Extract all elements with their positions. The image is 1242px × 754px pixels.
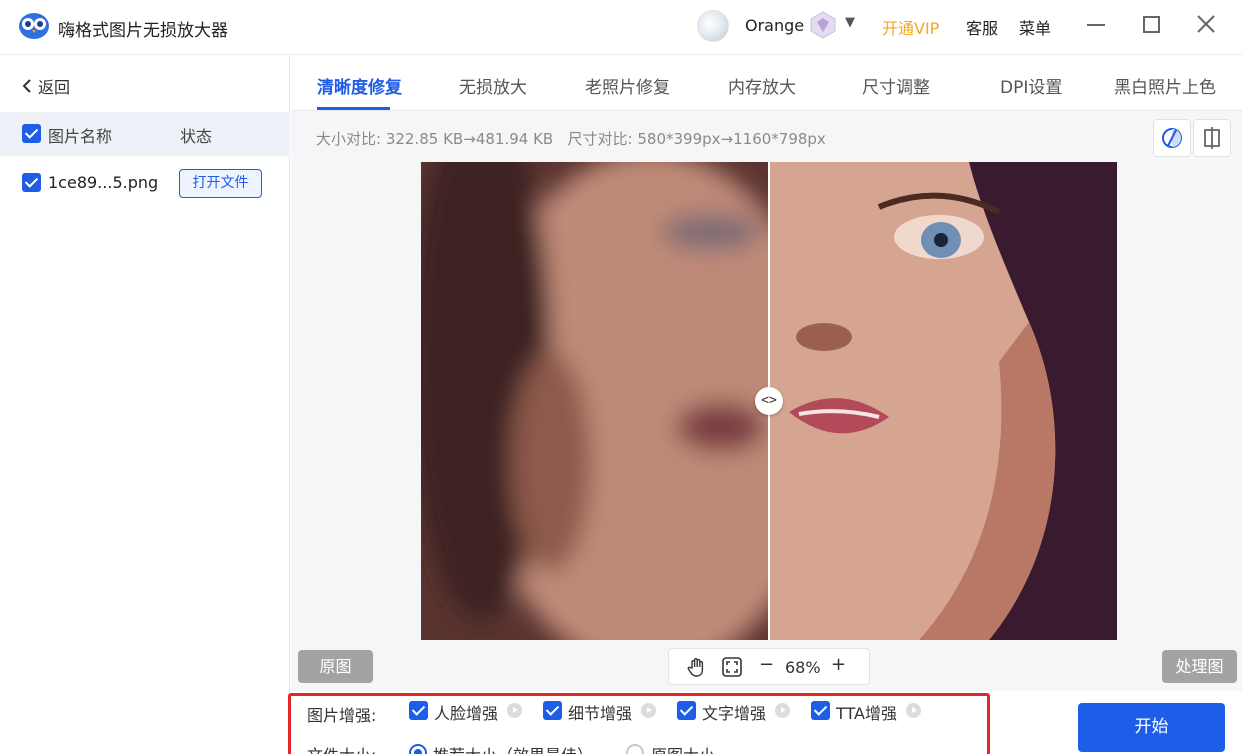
title-bar: 嗨格式图片无损放大器 Orange ▼ 开通VIP 客服 菜单	[0, 0, 1242, 55]
split-view-button[interactable]	[1193, 119, 1231, 157]
open-vip-link[interactable]: 开通VIP	[882, 15, 939, 39]
chevron-left-icon	[22, 79, 31, 93]
zoom-out-button[interactable]: −	[759, 654, 774, 675]
tta-enhance-label: TTA增强	[836, 704, 897, 723]
size-to: 481.94 KB	[475, 130, 554, 148]
play-info-icon[interactable]	[507, 703, 522, 718]
start-button[interactable]: 开始	[1078, 703, 1225, 752]
header-name: 图片名称	[48, 127, 113, 146]
enhance-label: 图片增强:	[307, 706, 377, 725]
tab-memory-enlarge[interactable]: 内存放大	[728, 73, 796, 98]
tab-dpi-settings[interactable]: DPI设置	[1000, 73, 1062, 98]
dimension-label: 尺寸对比:	[567, 130, 633, 148]
select-all-checkbox[interactable]	[22, 124, 41, 143]
user-dropdown-caret-icon[interactable]: ▼	[845, 15, 855, 30]
tta-enhance-option[interactable]: TTA增强	[811, 700, 926, 723]
size-from: 322.85 KB	[385, 130, 464, 148]
recommended-size-label: 推荐大小（效果最佳）	[433, 742, 593, 754]
maximize-icon[interactable]	[1143, 16, 1160, 33]
detail-enhance-checkbox[interactable]	[543, 701, 562, 720]
face-enhance-checkbox[interactable]	[409, 701, 428, 720]
vip-diamond-icon	[810, 11, 836, 39]
before-after-comparison[interactable]: <>	[421, 162, 1117, 640]
play-info-icon[interactable]	[906, 703, 921, 718]
user-avatar[interactable]	[697, 10, 729, 42]
text-enhance-checkbox[interactable]	[677, 701, 696, 720]
processed-photo	[769, 162, 1117, 640]
file-name: 1ce89...5.png	[48, 173, 159, 192]
dimension-to: 1160*798px	[733, 130, 826, 148]
size-label: 大小对比:	[316, 130, 382, 148]
compare-mode-button[interactable]	[1153, 119, 1191, 157]
username[interactable]: Orange	[745, 16, 804, 35]
tta-enhance-checkbox[interactable]	[811, 701, 830, 720]
detail-enhance-label: 细节增强	[568, 704, 633, 723]
tab-clarity-repair[interactable]: 清晰度修复	[317, 73, 402, 98]
dimension-from: 580*399px	[637, 130, 721, 148]
customer-service-link[interactable]: 客服	[966, 15, 998, 39]
tab-old-photo-repair[interactable]: 老照片修复	[585, 73, 670, 98]
file-list-panel: 返回 图片名称 状态 1ce89...5.png 打开文件	[0, 56, 290, 754]
file-size-label: 文件大小:	[307, 742, 376, 754]
hand-pan-icon[interactable]	[686, 656, 708, 678]
comparison-slider-handle[interactable]: <>	[755, 387, 783, 415]
file-row[interactable]: 1ce89...5.png 打开文件	[0, 161, 290, 205]
original-size-label: 原图大小	[651, 742, 715, 754]
text-enhance-option[interactable]: 文字增强	[677, 700, 792, 723]
close-icon[interactable]	[1195, 12, 1217, 36]
back-label: 返回	[38, 78, 71, 97]
size-arrow-icon: →	[463, 130, 476, 148]
original-image-blurred	[421, 162, 831, 640]
play-info-icon[interactable]	[641, 703, 656, 718]
detail-enhance-option[interactable]: 细节增强	[543, 700, 658, 723]
file-list-header: 图片名称 状态	[0, 112, 290, 156]
feature-tabs: 清晰度修复 无损放大 老照片修复 内存放大 尺寸调整 DPI设置 黑白照片上色	[291, 56, 1242, 111]
play-info-icon[interactable]	[775, 703, 790, 718]
processed-image-button[interactable]: 处理图	[1162, 650, 1237, 683]
split-view-icon	[1204, 127, 1220, 149]
processed-image-sharp	[769, 162, 1117, 640]
open-file-button[interactable]: 打开文件	[179, 169, 262, 198]
tab-bw-colorize[interactable]: 黑白照片上色	[1114, 73, 1216, 98]
zoom-in-button[interactable]: +	[831, 654, 846, 675]
original-photo	[421, 162, 831, 640]
contrast-icon	[1162, 128, 1182, 148]
tab-size-adjust[interactable]: 尺寸调整	[862, 73, 930, 98]
preview-area: 大小对比: 322.85 KB→481.94 KB 尺寸对比: 580*399p…	[291, 111, 1242, 691]
file-checkbox[interactable]	[22, 173, 41, 192]
zoom-toolbar: − 68% +	[668, 648, 870, 685]
face-enhance-label: 人脸增强	[434, 704, 499, 723]
dimension-arrow-icon: →	[720, 130, 734, 148]
fit-screen-icon[interactable]	[722, 657, 742, 677]
original-image-button[interactable]: 原图	[298, 650, 373, 683]
menu-link[interactable]: 菜单	[1019, 15, 1051, 39]
zoom-level: 68%	[785, 658, 821, 677]
face-enhance-option[interactable]: 人脸增强	[409, 700, 524, 723]
app-title: 嗨格式图片无损放大器	[58, 21, 228, 41]
active-tab-indicator	[317, 107, 390, 110]
back-button[interactable]: 返回	[22, 74, 70, 98]
owl-logo-icon	[19, 13, 49, 39]
text-enhance-label: 文字增强	[702, 704, 767, 723]
size-comparison: 大小对比: 322.85 KB→481.94 KB 尺寸对比: 580*399p…	[316, 128, 826, 149]
header-status: 状态	[180, 127, 213, 146]
minimize-icon[interactable]	[1087, 24, 1105, 26]
tab-lossless-enlarge[interactable]: 无损放大	[459, 73, 527, 98]
